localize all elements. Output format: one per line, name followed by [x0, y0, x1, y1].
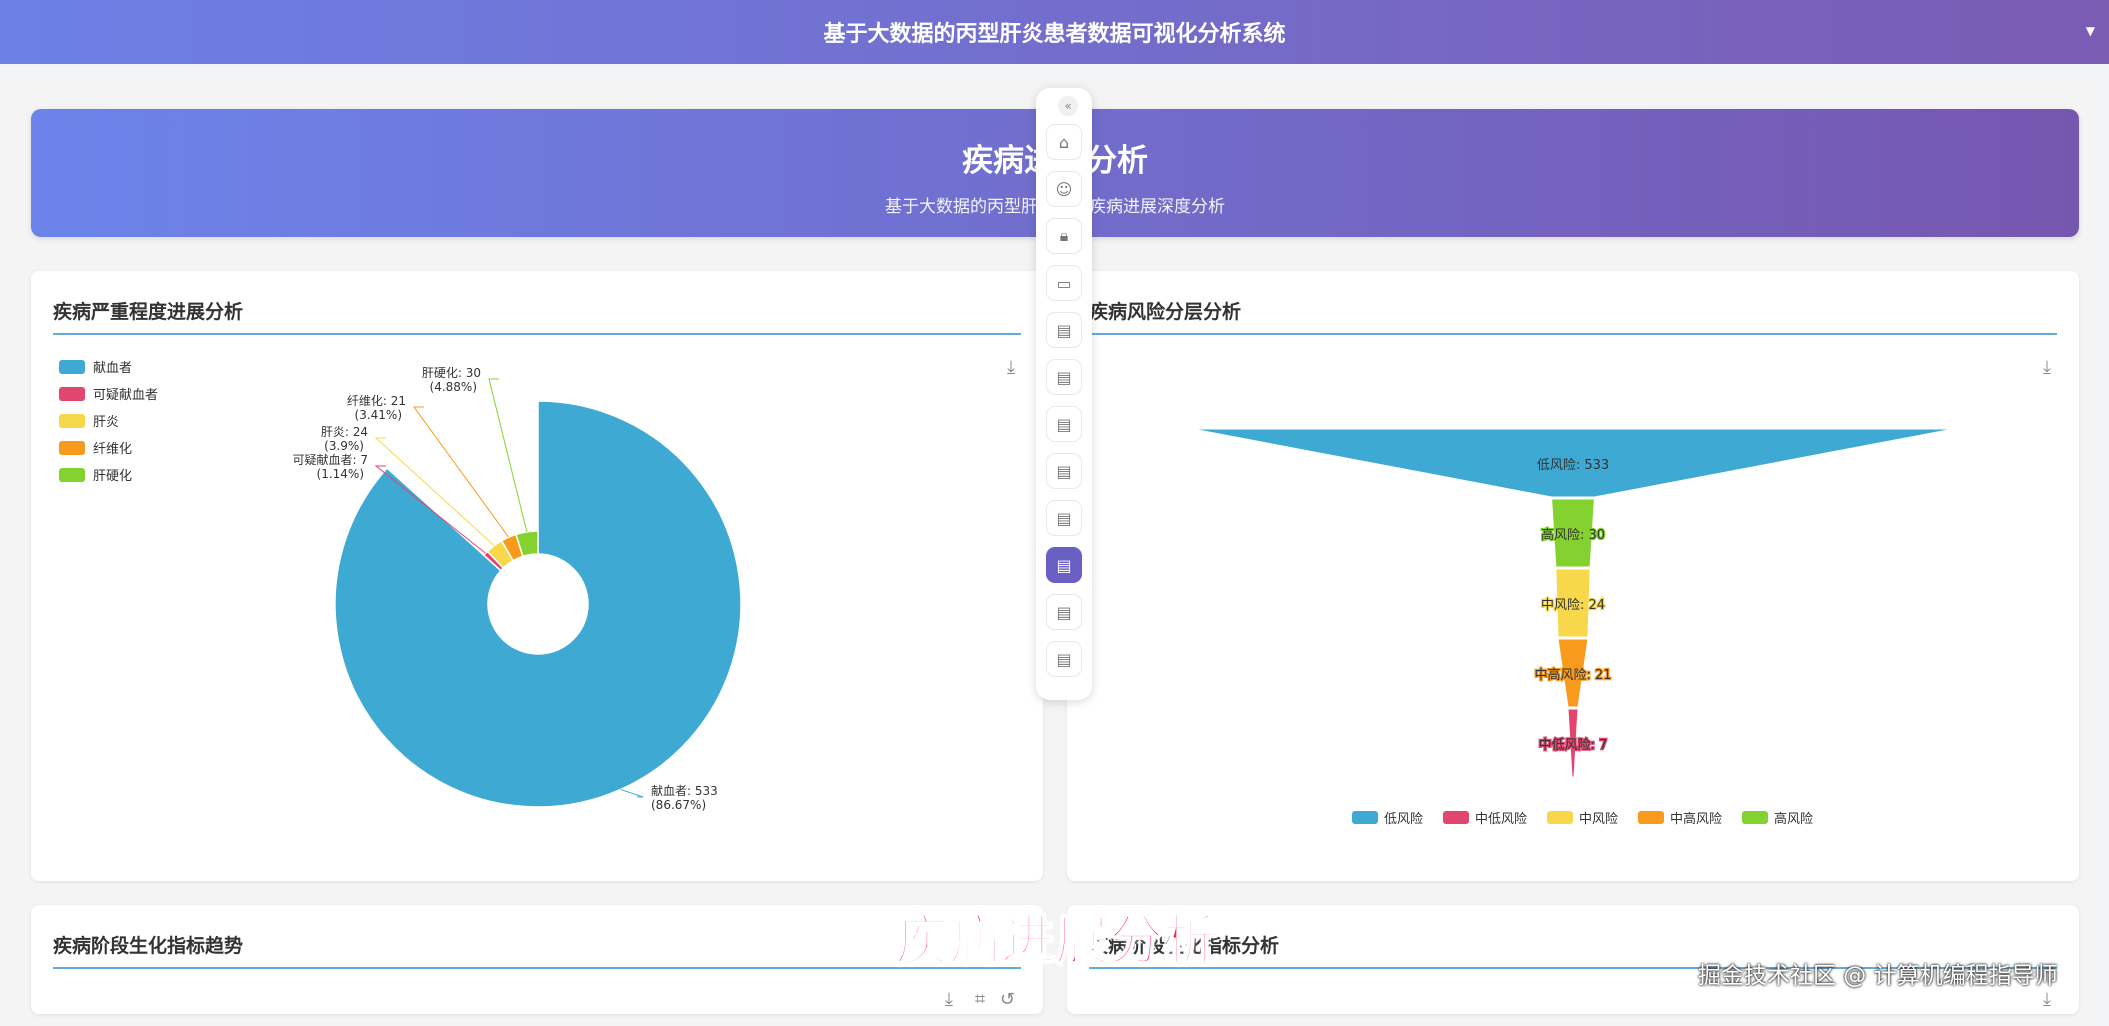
app-title: 基于大数据的丙型肝炎患者数据可视化分析系统	[823, 22, 1286, 47]
sidebar-item-6[interactable]: ▤	[1046, 359, 1082, 395]
sidebar-item-12[interactable]: ▤	[1046, 641, 1082, 677]
trend-card-title: 疾病阶段生化指标趋势	[53, 935, 244, 957]
data-label: 纤维化: 21	[347, 394, 406, 408]
risk-funnel-chart: 低风险: 533 高风险: 30 中风险: 24 中高风险: 21 中低风险: 7 低风险…	[1192, 428, 1954, 827]
document-icon: ▤	[1056, 414, 1072, 434]
leader-line	[488, 378, 528, 533]
legend-label: 高风险	[1774, 811, 1813, 827]
legend-swatch	[1638, 811, 1664, 824]
download-icon[interactable]: ⤓	[2043, 989, 2051, 1010]
legend-label: 肝炎	[93, 415, 119, 430]
document-icon: ▤	[1056, 461, 1072, 481]
document-icon: ▤	[1056, 555, 1072, 575]
sidebar-item-3[interactable]: 🔒︎	[1046, 218, 1082, 254]
sidebar-item-9[interactable]: ▤	[1046, 500, 1082, 536]
legend-item[interactable]: 献血者	[59, 360, 132, 376]
double-chevron-left-icon[interactable]: «	[1058, 96, 1078, 116]
legend-item[interactable]: 肝炎	[59, 414, 119, 430]
app-header: 基于大数据的丙型肝炎患者数据可视化分析系统 ▼	[0, 0, 2109, 64]
legend-item[interactable]: 高风险	[1742, 811, 1813, 827]
video-caption: 疾病进展分析	[892, 908, 1218, 973]
watermark: 掘金技术社区 @ 计算机编程指导师	[1698, 963, 2058, 989]
lock-icon: 🔒︎	[1059, 226, 1069, 245]
trend-card: 疾病阶段生化指标趋势 ⤓ ⌗ ↺	[31, 905, 1043, 1014]
sidebar-item-8[interactable]: ▤	[1046, 453, 1082, 489]
data-label: (86.67%)	[651, 798, 706, 812]
reset-icon[interactable]: ↺	[1000, 989, 1015, 1010]
data-label: (4.88%)	[430, 380, 477, 394]
legend-label: 可疑献血者	[93, 387, 158, 403]
crop-icon[interactable]: ⌗	[975, 989, 985, 1010]
legend-swatch	[59, 360, 85, 374]
legend-swatch	[59, 468, 85, 482]
legend-item[interactable]: 可疑献血者	[59, 387, 158, 403]
pie-hole	[488, 554, 588, 654]
legend-label: 中高风险	[1670, 811, 1722, 827]
legend-swatch	[1742, 811, 1768, 824]
risk-card: 疾病风险分层分析 ⤓ 低风险: 533 高风险: 30 中风险: 24 中高风险: 2…	[1067, 271, 2079, 881]
data-label: 高风险: 30	[1541, 527, 1605, 543]
legend-label: 纤维化	[93, 442, 132, 457]
data-label: (1.14%)	[317, 467, 364, 481]
sidebar-item-2[interactable]: ☺	[1046, 171, 1082, 207]
sidebar-item-5[interactable]: ▤	[1046, 312, 1082, 348]
legend-label: 献血者	[93, 361, 132, 376]
document-icon: ▤	[1056, 649, 1072, 669]
legend-item[interactable]: 中低风险	[1443, 811, 1527, 827]
legend-swatch	[1352, 811, 1378, 824]
user-icon: ☺	[1055, 179, 1073, 199]
document-icon: ▤	[1056, 602, 1072, 622]
data-label: 中高风险: 21	[1534, 667, 1611, 683]
data-label: 肝硬化: 30	[422, 366, 481, 380]
legend-label: 中低风险	[1475, 812, 1527, 827]
data-label: 肝炎: 24	[321, 425, 368, 439]
legend-item[interactable]: 低风险	[1352, 811, 1423, 827]
document-icon: ▤	[1056, 508, 1072, 528]
document-icon: ▤	[1056, 367, 1072, 387]
legend-label: 中风险	[1579, 812, 1618, 827]
document-icon: ▤	[1056, 320, 1072, 340]
legend-swatch	[59, 387, 85, 401]
data-label: 低风险: 533	[1537, 458, 1609, 473]
sidebar-item-10[interactable]: ▤	[1046, 547, 1082, 583]
legend-item[interactable]: 纤维化	[59, 441, 132, 457]
legend-swatch	[1443, 811, 1469, 824]
download-icon[interactable]: ⤓	[945, 989, 953, 1010]
severity-card: 疾病严重程度进展分析 ⤓ 献血者 可疑献血者 肝炎 纤维化 肝硬化 献血者: 533 (86…	[31, 271, 1043, 881]
legend-label: 低风险	[1384, 812, 1423, 827]
data-label: 中低风险: 7	[1539, 738, 1608, 753]
presentation-icon: ▭	[1056, 273, 1072, 293]
legend-label: 肝硬化	[93, 469, 132, 484]
data-label: (3.41%)	[355, 408, 402, 422]
sidebar-item-7[interactable]: ▤	[1046, 406, 1082, 442]
home-icon: ⌂	[1058, 132, 1070, 152]
trend-card-divider	[53, 967, 1021, 969]
data-label: 献血者: 533	[651, 783, 718, 798]
legend-item[interactable]: 中高风险	[1638, 811, 1722, 827]
data-label: 可疑献血者: 7	[293, 452, 369, 467]
data-label: (3.9%)	[324, 439, 364, 453]
legend-swatch	[1547, 811, 1573, 824]
legend-item[interactable]: 中风险	[1547, 811, 1618, 827]
sidebar-item-1[interactable]: ⌂	[1046, 124, 1082, 160]
leader-line	[620, 788, 644, 798]
legend-swatch	[59, 414, 85, 428]
sidebar-item-11[interactable]: ▤	[1046, 594, 1082, 630]
sidebar-item-4[interactable]: ▭	[1046, 265, 1082, 301]
legend-swatch	[59, 441, 85, 455]
caret-down-icon[interactable]: ▼	[2086, 24, 2095, 38]
data-label: 中风险: 24	[1541, 598, 1605, 613]
severity-pie-chart: 献血者可疑献血者肝炎纤维化肝硬化献血者: 533(86.67%) 可疑献血者: 7…	[59, 360, 742, 812]
floating-nav: « ⌂ ☺ 🔒︎ ▭ ▤ ▤ ▤ ▤ ▤ ▤ ▤ ▤	[1036, 88, 1092, 700]
legend-item[interactable]: 肝硬化	[59, 468, 132, 484]
